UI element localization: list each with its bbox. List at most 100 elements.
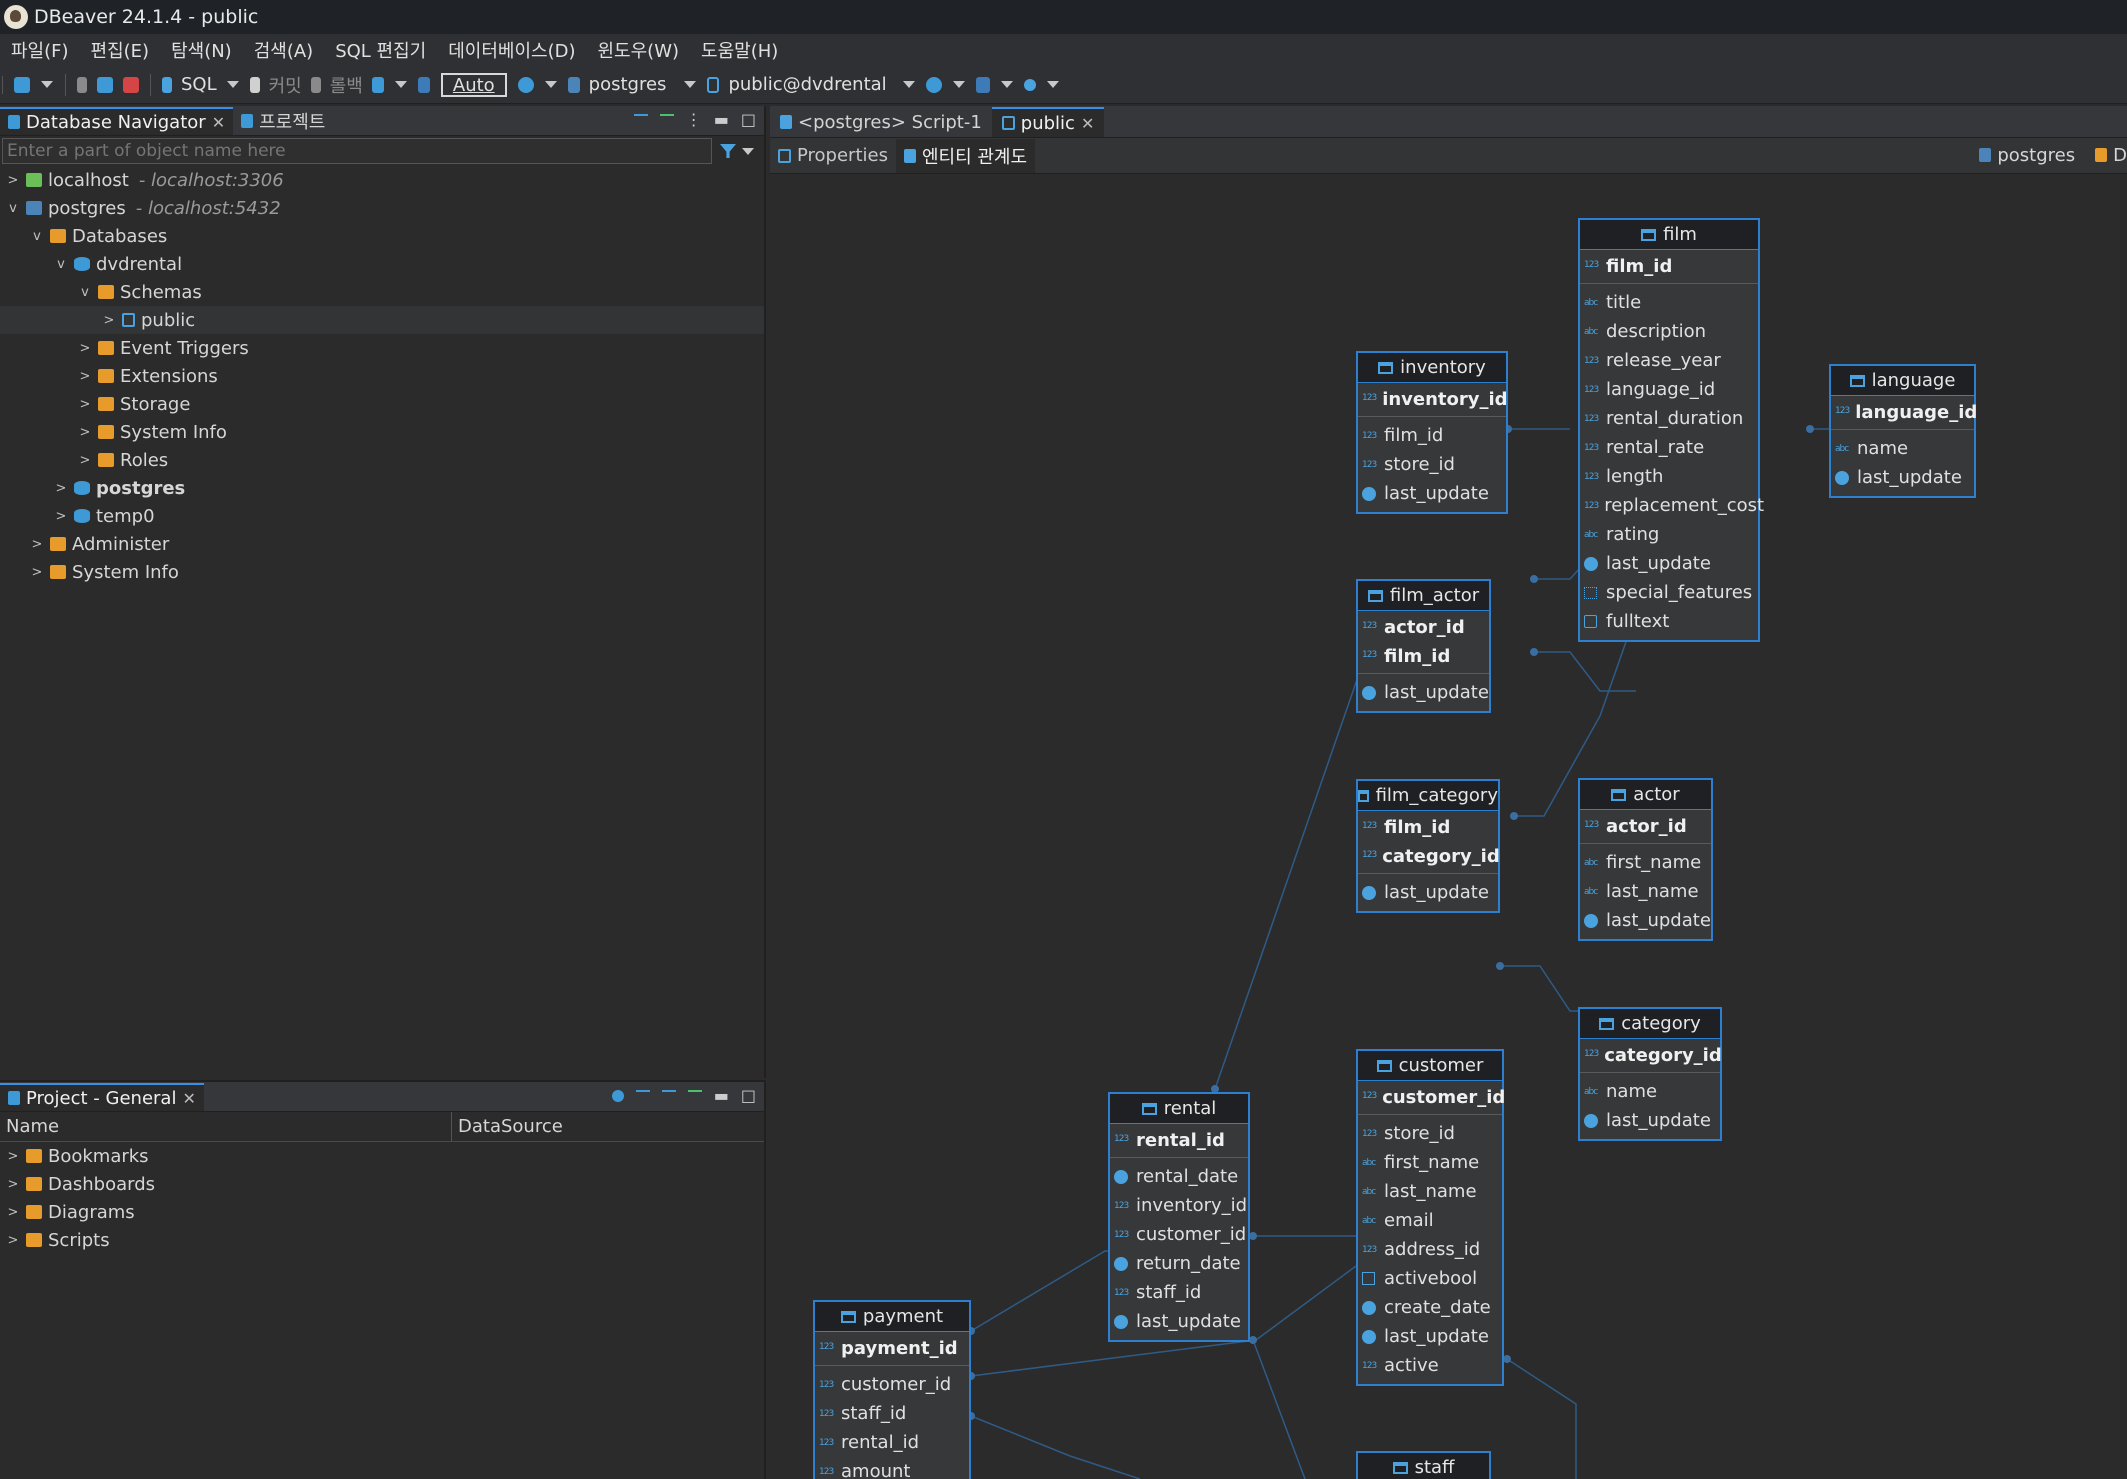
column-store-id[interactable]: 123 store_id <box>1358 1119 1502 1148</box>
entity-header[interactable]: customer <box>1358 1051 1502 1081</box>
entity-header[interactable]: inventory <box>1358 353 1506 383</box>
tab-project-general[interactable]: Project - General ✕ <box>0 1083 204 1111</box>
active-schema-selector[interactable]: public@dvdrental <box>728 74 886 95</box>
column-category-id[interactable]: 123 category_id <box>1580 1041 1722 1070</box>
column-rental-id[interactable]: 123 rental_id <box>1110 1126 1248 1155</box>
sql-dropdown-icon[interactable] <box>226 81 239 88</box>
entity-header[interactable]: language <box>1831 366 1974 396</box>
column-customer-id[interactable]: 123 customer_id <box>1110 1220 1248 1249</box>
tree-node-roles[interactable]: > Roles <box>0 446 764 474</box>
chevron-right-icon[interactable]: > <box>30 537 44 552</box>
configure-icon[interactable] <box>611 1089 624 1102</box>
maximize-icon[interactable]: □ <box>741 110 756 129</box>
rollback-button[interactable]: 롤백 <box>330 72 363 98</box>
tree-node-postgres-connection[interactable]: v postgres - localhost:5432 <box>0 194 764 222</box>
tree-node-event-triggers[interactable]: > Event Triggers <box>0 334 764 362</box>
chevron-down-icon[interactable]: v <box>30 229 44 244</box>
minimize-icon[interactable]: ▬ <box>714 110 729 129</box>
entity-header[interactable]: actor <box>1580 780 1711 810</box>
chevron-right-icon[interactable]: > <box>6 1177 20 1192</box>
menu-file[interactable]: 파일(F) <box>0 37 80 63</box>
connection-dropdown-icon[interactable] <box>684 81 697 88</box>
commit-icon[interactable] <box>249 76 260 93</box>
chevron-right-icon[interactable]: > <box>78 341 92 356</box>
column-last-update[interactable]: last_update <box>1358 878 1498 907</box>
chevron-right-icon[interactable]: > <box>6 1205 20 1220</box>
column-actor-id[interactable]: 123 actor_id <box>1580 812 1711 841</box>
lock-icon[interactable] <box>417 76 430 93</box>
entity-actor[interactable]: actor 123 actor_id abc first_name abc last_… <box>1578 778 1713 941</box>
column-rating[interactable]: abc rating <box>1580 520 1758 549</box>
tab-projects[interactable]: 프로젝트 <box>233 107 333 135</box>
history-dropdown-icon[interactable] <box>544 81 557 88</box>
search-icon[interactable] <box>1023 78 1036 91</box>
project-item-diagrams[interactable]: > Diagrams <box>0 1198 764 1226</box>
column-category-id[interactable]: 123 category_id <box>1358 842 1500 871</box>
menu-help[interactable]: 도움말(H) <box>690 37 789 63</box>
history-icon[interactable] <box>517 76 534 93</box>
column-staff-id[interactable]: 123 staff_id <box>1110 1278 1248 1307</box>
tree-node-schemas[interactable]: v Schemas <box>0 278 764 306</box>
menu-sql-editor[interactable]: SQL 편집기 <box>324 37 437 63</box>
entity-header[interactable]: rental <box>1110 1094 1248 1124</box>
tab-database-navigator[interactable]: Database Navigator ✕ <box>0 107 234 135</box>
auto-commit-button[interactable]: Auto <box>440 72 507 97</box>
column-last-update[interactable]: last_update <box>1580 906 1711 935</box>
new-connection-icon[interactable] <box>14 76 30 93</box>
transaction-mode-icon[interactable] <box>371 76 384 93</box>
tools-icon[interactable] <box>975 76 990 93</box>
column-rental-date[interactable]: rental_date <box>1110 1162 1248 1191</box>
entity-rental[interactable]: rental 123 rental_id rental_date 123 inven… <box>1108 1092 1250 1342</box>
breadcrumb-database[interactable]: D <box>2095 145 2127 166</box>
menu-search[interactable]: 검색(A) <box>243 37 324 63</box>
column-store-id[interactable]: 123 store_id <box>1358 450 1506 479</box>
tree-node-dvdrental[interactable]: v dvdrental <box>0 250 764 278</box>
disconnect-icon[interactable] <box>97 76 113 93</box>
entity-header[interactable]: payment <box>815 1302 969 1332</box>
link-editor-icon[interactable] <box>687 1089 702 1102</box>
tree-node-temp0[interactable]: > temp0 <box>0 502 764 530</box>
sql-button[interactable]: SQL <box>181 74 217 95</box>
entity-header[interactable]: film <box>1580 220 1758 250</box>
column-title[interactable]: abc title <box>1580 288 1758 317</box>
chevron-down-icon[interactable]: v <box>6 201 20 216</box>
expand-all-icon[interactable] <box>661 1089 676 1102</box>
column-last-update[interactable]: last_update <box>1358 678 1489 707</box>
column-first-name[interactable]: abc first_name <box>1580 848 1711 877</box>
column-active[interactable]: 123 active <box>1358 1351 1502 1380</box>
column-header-name[interactable]: Name <box>0 1112 452 1141</box>
tree-node-storage[interactable]: > Storage <box>0 390 764 418</box>
link-editor-icon[interactable] <box>659 113 674 126</box>
chevron-right-icon[interactable]: > <box>78 425 92 440</box>
transaction-dropdown-icon[interactable] <box>394 81 407 88</box>
menu-edit[interactable]: 편집(E) <box>80 37 161 63</box>
close-icon[interactable]: ✕ <box>212 113 225 132</box>
entity-language[interactable]: language 123 language_id abc name last_upd… <box>1829 364 1977 498</box>
active-connection-selector[interactable]: postgres <box>589 74 667 95</box>
column-staff-id[interactable]: 123 staff_id <box>815 1399 969 1428</box>
disconnect-all-icon[interactable] <box>123 76 139 93</box>
tree-node-system-info[interactable]: > System Info <box>0 418 764 446</box>
chevron-right-icon[interactable]: > <box>78 369 92 384</box>
entity-header[interactable]: category <box>1580 1009 1720 1039</box>
tree-node-system-info-root[interactable]: > System Info <box>0 558 764 586</box>
menu-window[interactable]: 윈도우(W) <box>587 37 691 63</box>
project-item-bookmarks[interactable]: > Bookmarks <box>0 1142 764 1170</box>
column-email[interactable]: abc email <box>1358 1206 1502 1235</box>
chevron-right-icon[interactable]: > <box>6 1149 20 1164</box>
column-amount[interactable]: 123 amount <box>815 1457 969 1479</box>
close-icon[interactable]: ✕ <box>1081 114 1094 133</box>
column-last-name[interactable]: abc last_name <box>1358 1177 1502 1206</box>
chevron-right-icon[interactable]: > <box>102 313 116 328</box>
search-dropdown-icon[interactable] <box>1046 81 1059 88</box>
sql-editor-icon[interactable] <box>162 76 172 93</box>
column-description[interactable]: abc description <box>1580 317 1758 346</box>
commit-button[interactable]: 커밋 <box>269 72 302 98</box>
entity-header[interactable]: film_actor <box>1358 581 1489 611</box>
tree-node-databases[interactable]: v Databases <box>0 222 764 250</box>
column-last-update[interactable]: last_update <box>1831 463 1974 492</box>
tree-node-public[interactable]: > public <box>0 306 764 334</box>
connect-icon[interactable] <box>77 76 87 93</box>
object-filter-input[interactable] <box>2 138 712 164</box>
tab-script-1[interactable]: <postgres> Script-1 <box>770 107 992 137</box>
